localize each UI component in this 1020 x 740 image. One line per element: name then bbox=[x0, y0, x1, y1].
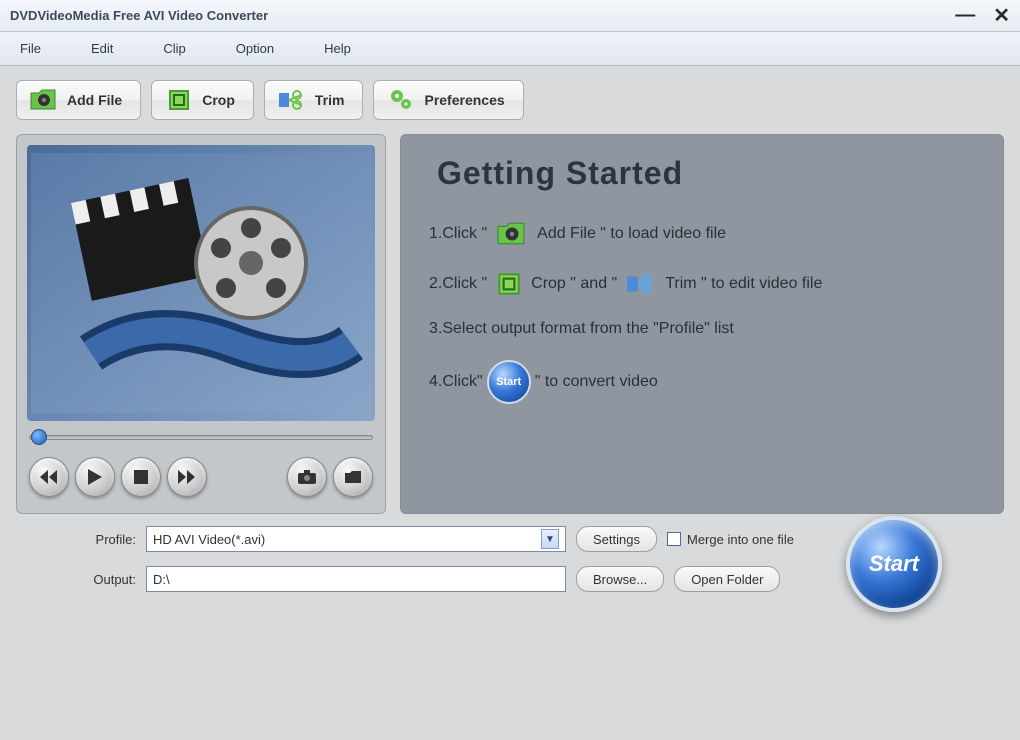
checkbox-box bbox=[667, 532, 681, 546]
start-icon: Start bbox=[487, 360, 531, 404]
crop-icon bbox=[164, 87, 194, 113]
preview-panel bbox=[16, 134, 386, 514]
settings-button[interactable]: Settings bbox=[576, 526, 657, 552]
output-row: Output: D:\ Browse... Open Folder bbox=[86, 566, 794, 592]
open-folder-button[interactable]: Open Folder bbox=[674, 566, 780, 592]
folder-film-icon bbox=[495, 220, 529, 248]
chevron-down-icon: ▼ bbox=[541, 529, 559, 549]
profile-row: Profile: HD AVI Video(*.avi) ▼ Settings … bbox=[86, 526, 794, 552]
seek-track bbox=[29, 435, 373, 440]
add-file-label: Add File bbox=[67, 92, 122, 108]
close-button[interactable]: ✕ bbox=[993, 3, 1010, 28]
play-button[interactable] bbox=[75, 457, 115, 497]
rewind-button[interactable] bbox=[29, 457, 69, 497]
player-controls bbox=[27, 451, 375, 503]
trim-scissors-icon bbox=[277, 87, 307, 113]
crop-icon bbox=[495, 270, 523, 298]
forward-button[interactable] bbox=[167, 457, 207, 497]
start-button[interactable]: Start bbox=[846, 516, 942, 612]
menu-edit[interactable]: Edit bbox=[91, 41, 113, 56]
help-step-4a: 4.Click" bbox=[429, 373, 483, 391]
menu-file[interactable]: File bbox=[20, 41, 41, 56]
trim-label: Trim bbox=[315, 92, 345, 108]
help-step-4: 4.Click" Start " to convert video bbox=[429, 360, 975, 404]
help-step-2c: Trim " to edit video file bbox=[665, 275, 822, 293]
stop-button[interactable] bbox=[121, 457, 161, 497]
window-controls: — ✕ bbox=[955, 3, 1010, 28]
menu-help[interactable]: Help bbox=[324, 41, 351, 56]
output-label: Output: bbox=[86, 572, 136, 587]
trim-button[interactable]: Trim bbox=[264, 80, 364, 120]
content-row: Getting Started 1.Click " Add File " to … bbox=[16, 134, 1004, 514]
merge-checkbox[interactable]: Merge into one file bbox=[667, 532, 794, 547]
seek-thumb[interactable] bbox=[31, 429, 47, 445]
toolbar: Add File Crop Trim Preferences bbox=[16, 80, 1004, 120]
seek-bar[interactable] bbox=[29, 431, 373, 443]
profile-label: Profile: bbox=[86, 532, 136, 547]
profile-value: HD AVI Video(*.avi) bbox=[153, 532, 265, 547]
gears-icon bbox=[386, 87, 416, 113]
preferences-label: Preferences bbox=[424, 92, 504, 108]
menu-bar: File Edit Clip Option Help bbox=[0, 32, 1020, 66]
preview-image bbox=[27, 145, 375, 421]
crop-label: Crop bbox=[202, 92, 235, 108]
help-step-2b: Crop " and " bbox=[531, 275, 617, 293]
main-area: Add File Crop Trim Preferences bbox=[0, 66, 1020, 626]
folder-open-button[interactable] bbox=[333, 457, 373, 497]
preferences-button[interactable]: Preferences bbox=[373, 80, 523, 120]
menu-clip[interactable]: Clip bbox=[163, 41, 185, 56]
help-step-3: 3.Select output format from the "Profile… bbox=[429, 320, 975, 338]
menu-option[interactable]: Option bbox=[236, 41, 274, 56]
help-step-4b: " to convert video bbox=[535, 373, 658, 391]
browse-button[interactable]: Browse... bbox=[576, 566, 664, 592]
minimize-button[interactable]: — bbox=[955, 4, 975, 27]
output-value: D:\ bbox=[153, 572, 170, 587]
trim-scissors-icon bbox=[625, 270, 657, 298]
merge-label: Merge into one file bbox=[687, 532, 794, 547]
help-step-1: 1.Click " Add File " to load video file bbox=[429, 220, 975, 248]
window-title: DVDVideoMedia Free AVI Video Converter bbox=[10, 8, 268, 23]
help-step-2a: 2.Click " bbox=[429, 275, 487, 293]
help-step-1b: Add File " to load video file bbox=[537, 225, 726, 243]
profile-combobox[interactable]: HD AVI Video(*.avi) ▼ bbox=[146, 526, 566, 552]
getting-started-panel: Getting Started 1.Click " Add File " to … bbox=[400, 134, 1004, 514]
bottom-panel: Profile: HD AVI Video(*.avi) ▼ Settings … bbox=[16, 514, 1004, 612]
folder-film-icon bbox=[29, 87, 59, 113]
form-rows: Profile: HD AVI Video(*.avi) ▼ Settings … bbox=[86, 526, 794, 592]
snapshot-button[interactable] bbox=[287, 457, 327, 497]
help-step-2: 2.Click " Crop " and " Trim " to edit vi… bbox=[429, 270, 975, 298]
title-bar: DVDVideoMedia Free AVI Video Converter —… bbox=[0, 0, 1020, 32]
help-step-1a: 1.Click " bbox=[429, 225, 487, 243]
help-title: Getting Started bbox=[437, 155, 975, 192]
add-file-button[interactable]: Add File bbox=[16, 80, 141, 120]
output-path-field[interactable]: D:\ bbox=[146, 566, 566, 592]
crop-button[interactable]: Crop bbox=[151, 80, 254, 120]
